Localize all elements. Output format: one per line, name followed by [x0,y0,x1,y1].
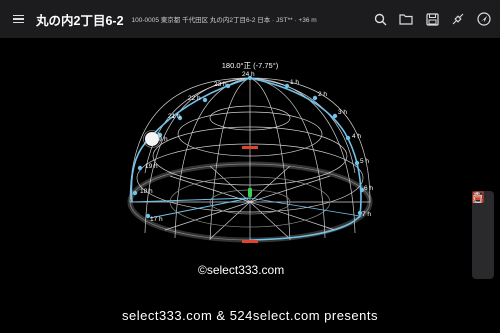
hand-icon [473,192,482,203]
hour-label: 1 h [290,79,299,86]
hour-label: 4 h [352,133,361,140]
hour-label: 5 h [360,158,369,165]
north-marker [242,146,258,149]
hour-label: 18 h [140,188,153,195]
satellite-button[interactable] [448,9,468,29]
hour-label: 24 h [242,71,255,78]
hour-label: 19 h [145,163,158,170]
sun-icon [143,130,161,148]
folder-button[interactable] [396,9,416,29]
folder-icon [399,14,413,25]
save-icon [425,12,439,26]
hour-label: 6 h [364,185,373,192]
navigation-icon [477,12,491,26]
hour-label: 21 h [168,113,181,120]
celestial-dome: 24 h 1 h 2 h 3 h 4 h 5 h 6 h 7 h 17 h 18… [127,71,373,243]
hour-label: 22 h [188,95,201,102]
top-bar: 丸の内2丁目6-2 100-0005 東京都 千代田区 丸の内2丁目6-2 日本… [0,0,500,38]
observer-marker [248,188,252,197]
hand-button[interactable] [473,192,491,274]
watermark: ©select333.com [198,263,285,277]
toolbar [370,0,494,38]
satellite-icon [452,13,464,25]
hamburger-icon [12,13,24,26]
dome-grid [127,77,373,243]
address-subtitle: 100-0005 東京都 千代田区 丸の内2丁目6-2 日本 · JST** ·… [131,17,317,24]
south-marker [242,240,258,243]
save-button[interactable] [422,9,442,29]
hour-label: 17 h [150,216,163,223]
search-button[interactable] [370,9,390,29]
navigation-button[interactable] [474,9,494,29]
footer-credit: select333.com & 524select.com presents [121,308,378,323]
sunrise-button[interactable] [473,195,491,233]
hour-label: 7 h [362,211,371,218]
sun-off-button[interactable] [472,191,491,253]
sun-path [130,77,362,241]
page-title: 丸の内2丁目6-2 [36,13,124,28]
sun-direction-label: 180.0°正 (-7.75°) [221,61,279,70]
hour-label: 2 h [318,91,327,98]
hour-label: 3 h [338,109,347,116]
menu-button[interactable] [4,0,32,38]
search-icon [374,13,386,25]
sun-path-scene[interactable]: 24 h 1 h 2 h 3 h 4 h 5 h 6 h 7 h 17 h 18… [0,38,500,333]
side-panel [472,191,494,279]
hour-label: 23 h [214,81,227,88]
